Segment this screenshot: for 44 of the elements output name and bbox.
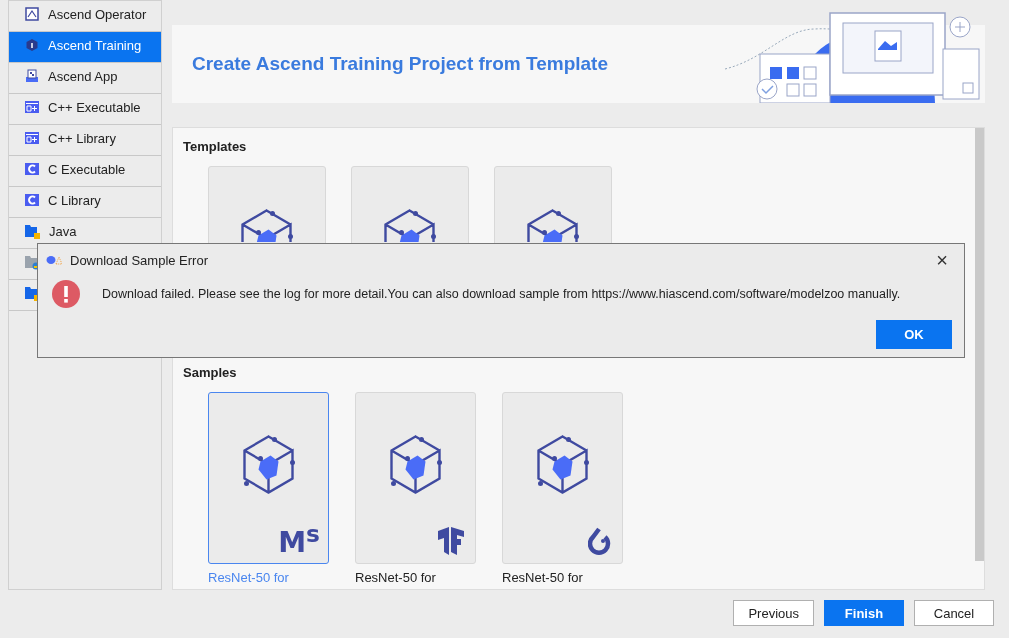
sample-label: ResNet-50 for (355, 570, 437, 585)
section-heading: Templates (183, 139, 248, 154)
sample-card[interactable] (502, 392, 623, 564)
dialog-button[interactable]: Finish (824, 600, 904, 626)
cube-icon (389, 435, 442, 494)
cube-icon (536, 435, 589, 494)
app-logo-icon (46, 255, 62, 265)
dialog-button[interactable]: Cancel (914, 600, 994, 626)
cube-icon (384, 209, 436, 242)
ok-button[interactable]: OK (876, 320, 952, 349)
pytorch-logo-icon (588, 527, 612, 555)
mindspore-logo: M$^{s}$ (278, 519, 320, 559)
section-heading: Samples (183, 365, 238, 380)
sidebar-item[interactable]: Ascend App (9, 63, 161, 94)
folder-icon (25, 255, 40, 270)
sample-card[interactable] (355, 392, 476, 564)
folder-icon (25, 286, 40, 301)
tensorflow-logo-icon (437, 527, 465, 555)
app-icon (25, 69, 39, 83)
sample-label: ResNet-50 for (502, 570, 584, 585)
dialog-button[interactable]: Previous (733, 600, 814, 626)
cube-icon (527, 209, 579, 242)
cpp-file-icon (25, 131, 39, 145)
chart-icon (25, 7, 39, 21)
c-file-icon (25, 193, 39, 207)
error-message: Download failed. Please see the log for more detail.You can also download sample from https://www.hiascend.com/software/modelzoo manually. (102, 287, 901, 301)
sample-card[interactable]: M$^{s}$ (208, 392, 329, 564)
sidebar-item[interactable]: C++ Executable (9, 94, 161, 125)
sample-label: ResNet-50 for (208, 570, 290, 585)
c-file-icon (25, 162, 39, 176)
cpp-file-icon (25, 100, 39, 114)
cube-icon (241, 209, 293, 242)
cube-icon (242, 435, 295, 494)
scrollbar[interactable] (975, 128, 984, 561)
folder-icon (25, 224, 40, 239)
page-title: Create Ascend Training Project from Template (192, 53, 608, 75)
sidebar-item[interactable]: C Library (9, 187, 161, 218)
error-icon (52, 280, 80, 308)
sidebar-item[interactable]: C Executable (9, 156, 161, 187)
sidebar-item[interactable]: C++ Library (9, 125, 161, 156)
close-button[interactable]: × (928, 250, 956, 270)
hexagon-icon (25, 38, 39, 52)
sidebar-item[interactable]: Ascend Training (9, 32, 161, 63)
dialog-title: Download Sample Error (70, 252, 208, 268)
